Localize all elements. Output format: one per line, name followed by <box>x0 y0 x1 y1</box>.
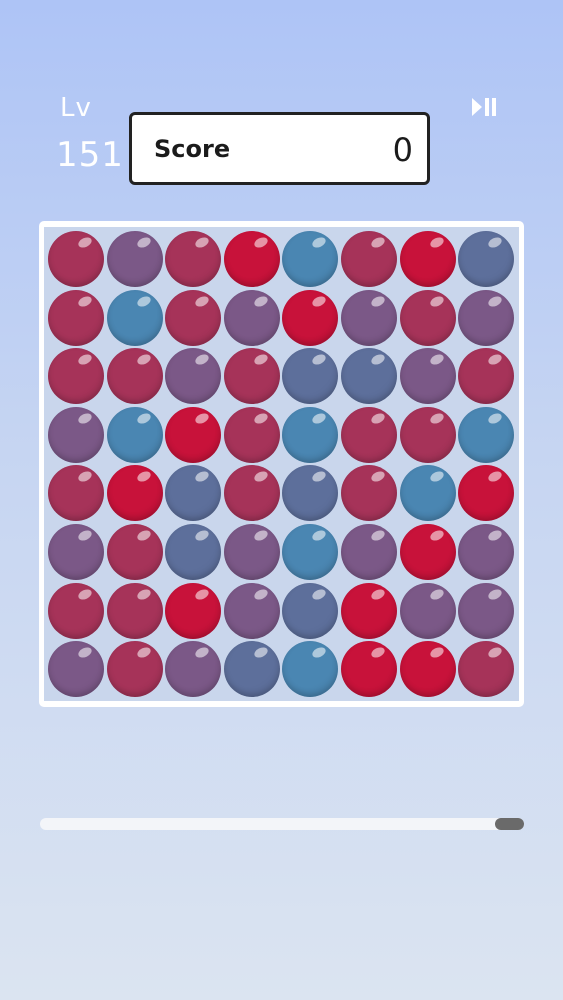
bubble-r4-c4[interactable] <box>223 406 280 463</box>
bubble-r6-c3[interactable] <box>165 524 222 580</box>
bubble-r6-c6[interactable] <box>341 524 397 580</box>
bubble-r7-c3[interactable] <box>165 582 222 639</box>
bubble-r5-c1[interactable] <box>48 465 104 522</box>
timer-fill <box>495 818 524 830</box>
bubble-r6-c7[interactable] <box>399 524 456 580</box>
board-grid <box>44 227 519 701</box>
bubble-r7-c1[interactable] <box>48 582 104 639</box>
bubble-r4-c8[interactable] <box>458 406 515 463</box>
bubble-r5-c6[interactable] <box>341 465 397 522</box>
bubble-r5-c2[interactable] <box>106 465 163 522</box>
bubble-r8-c3[interactable] <box>165 641 222 698</box>
bubble-r3-c1[interactable] <box>48 348 104 405</box>
bubble-r1-c1[interactable] <box>48 231 104 287</box>
bubble-r7-c8[interactable] <box>458 582 515 639</box>
bubble-r6-c1[interactable] <box>48 524 104 580</box>
bubble-r2-c6[interactable] <box>341 289 397 346</box>
bubble-r6-c5[interactable] <box>282 524 339 580</box>
bubble-r6-c2[interactable] <box>106 524 163 580</box>
bubble-r2-c7[interactable] <box>399 289 456 346</box>
bubble-r3-c3[interactable] <box>165 348 222 405</box>
bubble-r1-c7[interactable] <box>399 231 456 287</box>
bubble-r2-c8[interactable] <box>458 289 515 346</box>
score-box: Score 0 <box>129 112 430 185</box>
bubble-r7-c4[interactable] <box>223 582 280 639</box>
score-value: 0 <box>392 131 413 169</box>
level-label: Lv <box>60 93 92 123</box>
bubble-r8-c6[interactable] <box>341 641 397 698</box>
bubble-r6-c4[interactable] <box>223 524 280 580</box>
bubble-r4-c2[interactable] <box>106 406 163 463</box>
bubble-r3-c8[interactable] <box>458 348 515 405</box>
bubble-r4-c3[interactable] <box>165 406 222 463</box>
bubble-r2-c2[interactable] <box>106 289 163 346</box>
bubble-r7-c7[interactable] <box>399 582 456 639</box>
bubble-r8-c8[interactable] <box>458 641 515 698</box>
bubble-r2-c3[interactable] <box>165 289 222 346</box>
bubble-r4-c1[interactable] <box>48 406 104 463</box>
bubble-r8-c2[interactable] <box>106 641 163 698</box>
bubble-r3-c5[interactable] <box>282 348 339 405</box>
bubble-r1-c3[interactable] <box>165 231 222 287</box>
timer-bar <box>40 818 524 830</box>
bubble-r5-c8[interactable] <box>458 465 515 522</box>
bubble-r8-c1[interactable] <box>48 641 104 698</box>
bubble-r1-c6[interactable] <box>341 231 397 287</box>
game-board <box>39 221 524 707</box>
bubble-r3-c4[interactable] <box>223 348 280 405</box>
bubble-r2-c4[interactable] <box>223 289 280 346</box>
bubble-r2-c1[interactable] <box>48 289 104 346</box>
bubble-r8-c7[interactable] <box>399 641 456 698</box>
bubble-r7-c5[interactable] <box>282 582 339 639</box>
bubble-r3-c6[interactable] <box>341 348 397 405</box>
bubble-r4-c6[interactable] <box>341 406 397 463</box>
score-label: Score <box>154 135 231 163</box>
bubble-r7-c2[interactable] <box>106 582 163 639</box>
bubble-r1-c8[interactable] <box>458 231 515 287</box>
bubble-r3-c2[interactable] <box>106 348 163 405</box>
bubble-r3-c7[interactable] <box>399 348 456 405</box>
bubble-r4-c7[interactable] <box>399 406 456 463</box>
bubble-r8-c4[interactable] <box>223 641 280 698</box>
bubble-r2-c5[interactable] <box>282 289 339 346</box>
bubble-r5-c5[interactable] <box>282 465 339 522</box>
play-pause-icon[interactable] <box>470 95 500 119</box>
bubble-r5-c3[interactable] <box>165 465 222 522</box>
bubble-r6-c8[interactable] <box>458 524 515 580</box>
bubble-r1-c5[interactable] <box>282 231 339 287</box>
bubble-r4-c5[interactable] <box>282 406 339 463</box>
bubble-r1-c2[interactable] <box>106 231 163 287</box>
bubble-r7-c6[interactable] <box>341 582 397 639</box>
bubble-r5-c7[interactable] <box>399 465 456 522</box>
bubble-r8-c5[interactable] <box>282 641 339 698</box>
bubble-r5-c4[interactable] <box>223 465 280 522</box>
bubble-r1-c4[interactable] <box>223 231 280 287</box>
level-value: 151 <box>56 135 124 175</box>
